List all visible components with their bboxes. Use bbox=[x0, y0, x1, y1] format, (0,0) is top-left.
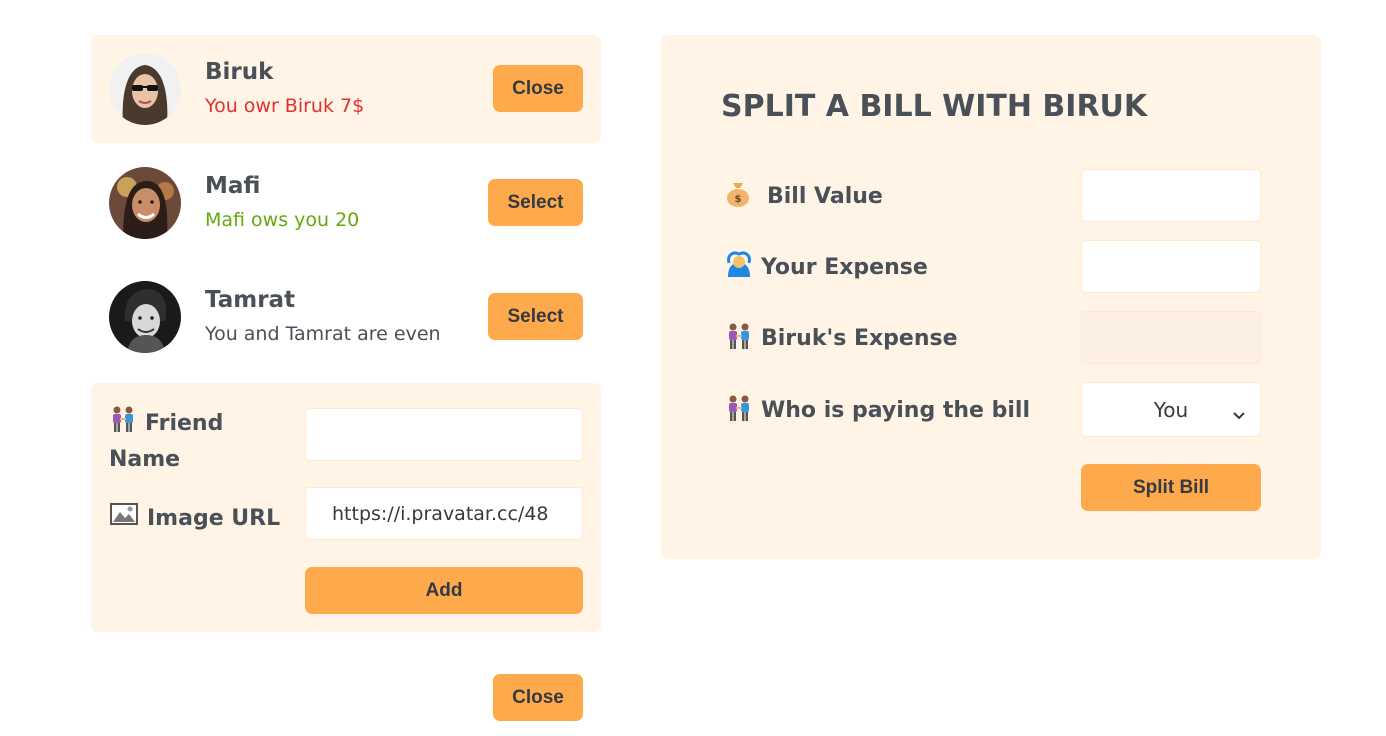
your-expense-label-text: Your Expense bbox=[761, 255, 928, 280]
who-pays-row: Who is paying the bill You bbox=[725, 382, 1265, 437]
friend-expense-label-text: Biruk's Expense bbox=[761, 326, 958, 351]
who-pays-label-text: Who is paying the bill bbox=[761, 398, 1030, 423]
your-expense-input[interactable] bbox=[1081, 240, 1261, 293]
friend-name-label: Friend Name bbox=[109, 405, 299, 476]
friend-name: Mafi bbox=[205, 173, 261, 199]
bill-value-input[interactable] bbox=[1081, 169, 1261, 222]
friend-name: Biruk bbox=[205, 59, 274, 85]
friend-balance-status: You owr Biruk 7$ bbox=[205, 95, 365, 117]
your-expense-label: Your Expense bbox=[725, 251, 928, 285]
friend-expense-row: Biruk's Expense bbox=[725, 311, 1265, 364]
split-bill-button[interactable]: Split Bill bbox=[1081, 464, 1261, 511]
friend-expense-label: Biruk's Expense bbox=[725, 322, 958, 356]
add-friend-form: Friend Name Image URL https://i.pravatar… bbox=[91, 383, 601, 632]
friend-name: Tamrat bbox=[205, 287, 296, 313]
image-url-input[interactable]: https://i.pravatar.cc/48 bbox=[305, 487, 583, 540]
friend-item-mafi: Mafi Mafi ows you 20 Select bbox=[91, 149, 601, 257]
friend-balance-status: You and Tamrat are even bbox=[205, 323, 441, 345]
friends-list: Biruk You owr Biruk 7$ Close Mafi Mafi o… bbox=[91, 35, 601, 371]
chevron-down-icon bbox=[1232, 402, 1246, 426]
avatar bbox=[109, 53, 181, 125]
image-url-label: Image URL bbox=[109, 500, 280, 538]
friend-name-input[interactable] bbox=[305, 408, 583, 461]
split-bill-title: SPLIT A BILL WITH BIRUK bbox=[721, 89, 1148, 124]
person-gesturing-ok-icon bbox=[725, 251, 753, 285]
friend-item-biruk: Biruk You owr Biruk 7$ Close bbox=[91, 35, 601, 143]
who-pays-label: Who is paying the bill bbox=[725, 394, 1030, 428]
image-url-label-text: Image URL bbox=[147, 506, 281, 531]
split-bill-form: SPLIT A BILL WITH BIRUK $ Bill Value You… bbox=[661, 35, 1321, 559]
who-pays-select[interactable]: You bbox=[1081, 382, 1261, 437]
bill-value-row: $ Bill Value bbox=[725, 169, 1265, 222]
money-bag-icon: $ bbox=[725, 180, 751, 214]
friend-balance-status: Mafi ows you 20 bbox=[205, 209, 360, 231]
friend-item-tamrat: Tamrat You and Tamrat are even Select bbox=[91, 263, 601, 371]
select-button[interactable]: Select bbox=[488, 293, 583, 340]
close-form-button[interactable]: Close bbox=[493, 674, 583, 721]
svg-text:$: $ bbox=[735, 194, 742, 205]
select-button[interactable]: Select bbox=[488, 179, 583, 226]
bill-value-label: $ Bill Value bbox=[725, 180, 883, 214]
your-expense-row: Your Expense bbox=[725, 240, 1265, 293]
friends-sidebar: Biruk You owr Biruk 7$ Close Mafi Mafi o… bbox=[91, 35, 601, 632]
close-button[interactable]: Close bbox=[493, 65, 583, 112]
people-holding-hands-icon bbox=[109, 405, 137, 443]
avatar bbox=[109, 167, 181, 239]
bill-value-label-text: Bill Value bbox=[767, 184, 883, 209]
add-friend-button[interactable]: Add bbox=[305, 567, 583, 614]
friend-expense-input bbox=[1081, 311, 1261, 364]
framed-picture-icon bbox=[109, 500, 139, 538]
who-pays-selected-value: You bbox=[1153, 397, 1189, 422]
people-holding-hands-icon bbox=[725, 394, 753, 428]
people-holding-hands-icon bbox=[725, 322, 753, 356]
avatar bbox=[109, 281, 181, 353]
